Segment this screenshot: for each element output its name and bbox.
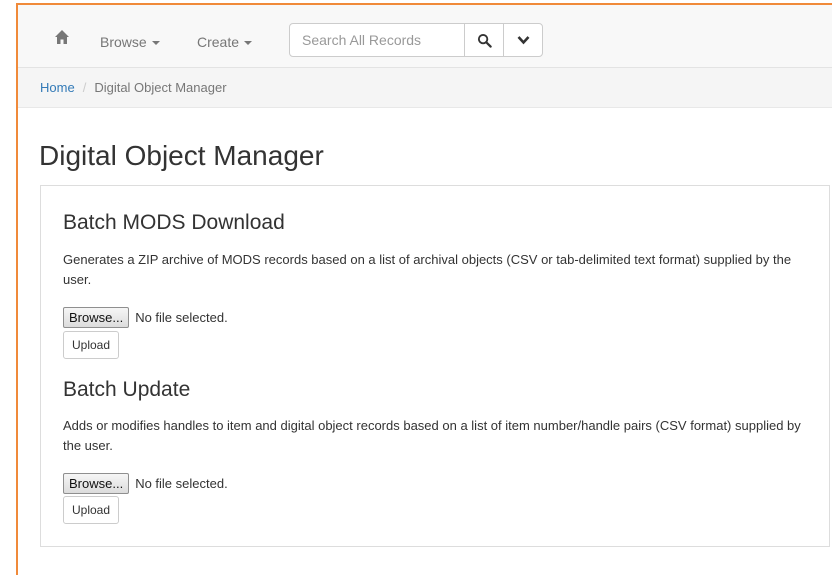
breadcrumb: Home / Digital Object Manager <box>18 68 832 108</box>
breadcrumb-separator: / <box>82 80 87 95</box>
caret-down-icon <box>151 41 160 46</box>
file-status: No file selected. <box>135 310 228 325</box>
breadcrumb-current: Digital Object Manager <box>94 80 227 95</box>
search-input[interactable] <box>289 23 465 57</box>
file-input[interactable]: Browse... No file selected. <box>63 473 228 494</box>
breadcrumb-home-link[interactable]: Home <box>40 80 75 95</box>
browse-button[interactable]: Browse... <box>63 307 130 328</box>
chevron-down-icon <box>517 36 529 45</box>
search-button[interactable] <box>464 23 504 57</box>
browse-button[interactable]: Browse... <box>63 473 130 494</box>
browse-menu[interactable]: Browse <box>100 34 160 50</box>
section-title-batch-mods-download: Batch MODS Download <box>63 211 285 234</box>
upload-button[interactable]: Upload <box>63 496 120 524</box>
create-menu-label: Create <box>197 34 240 50</box>
section-description: Adds or modifies handles to item and dig… <box>63 418 801 453</box>
file-status: No file selected. <box>135 476 228 491</box>
app-frame: Browse Create Home / Digital Object Manage… <box>16 3 832 575</box>
section-title-batch-update: Batch Update <box>63 378 191 401</box>
file-input[interactable]: Browse... No file selected. <box>63 307 228 328</box>
caret-down-icon <box>244 41 253 46</box>
page-title: Digital Object Manager <box>39 140 324 171</box>
search-icon <box>477 33 492 48</box>
top-navbar: Browse Create <box>18 5 832 68</box>
upload-button[interactable]: Upload <box>63 331 120 359</box>
browse-menu-label: Browse <box>100 34 147 50</box>
content-panel: Batch MODS Download Generates a ZIP arch… <box>40 185 830 547</box>
section-description: Generates a ZIP archive of MODS records … <box>63 252 792 287</box>
search-options-toggle[interactable] <box>503 23 543 57</box>
create-menu[interactable]: Create <box>197 34 253 50</box>
home-icon[interactable] <box>54 29 70 45</box>
